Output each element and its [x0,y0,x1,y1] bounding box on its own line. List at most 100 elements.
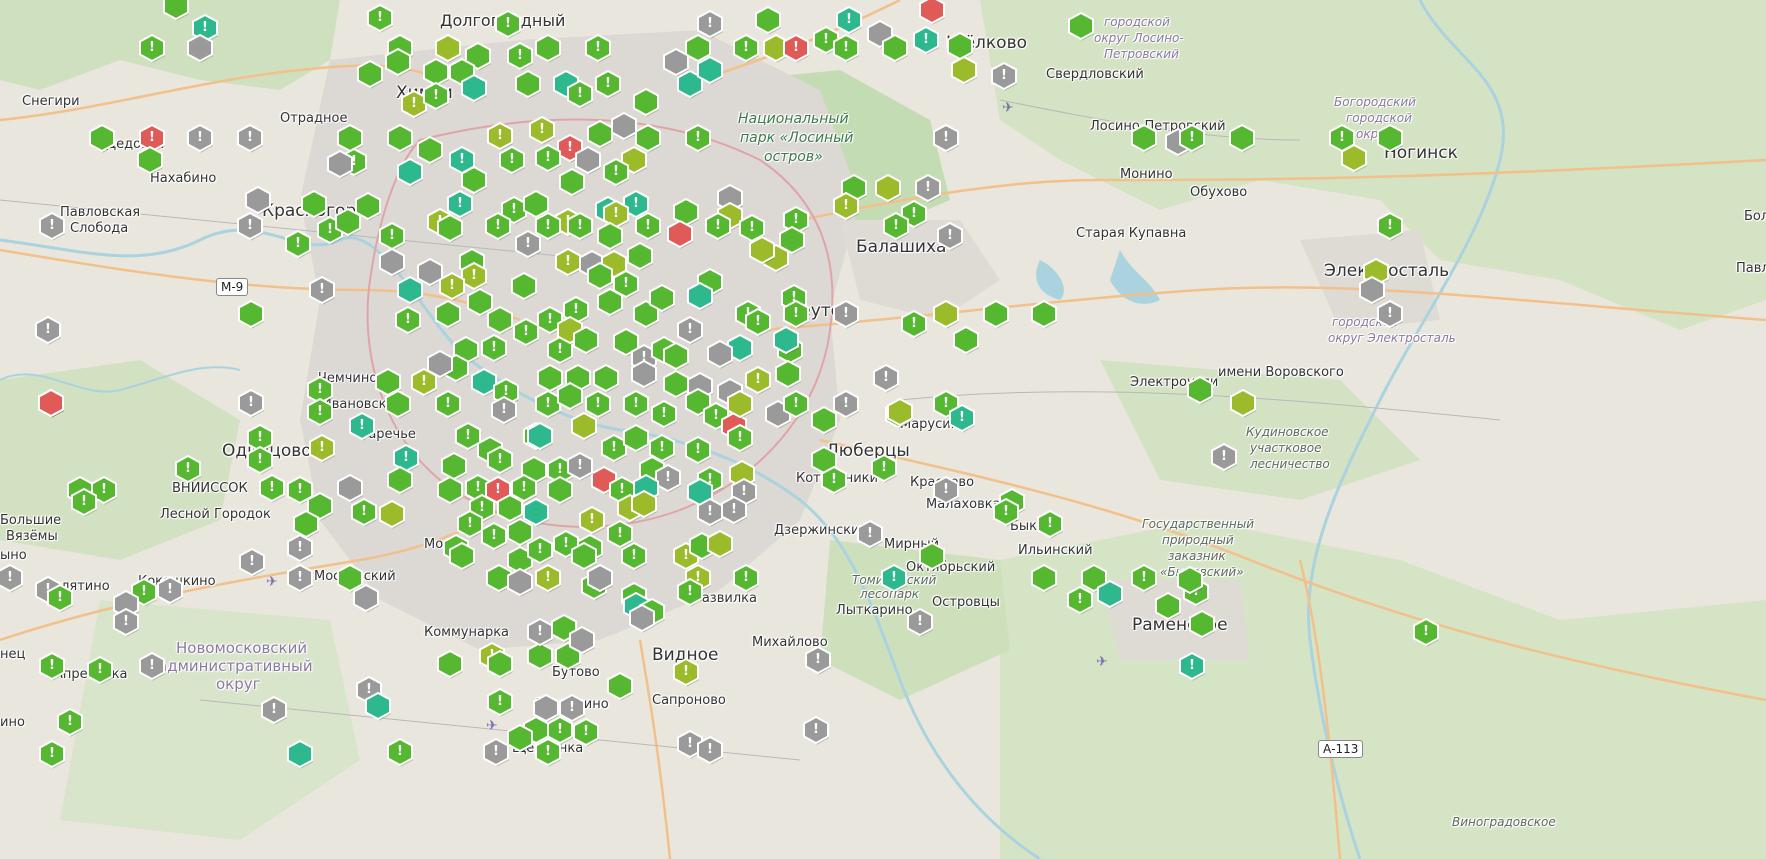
hexagon-marker-icon[interactable] [663,341,689,371]
hexagon-marker-icon[interactable]: ! [697,735,723,765]
hexagon-marker-icon[interactable] [953,325,979,355]
hexagon-marker-icon[interactable]: ! [621,541,647,571]
hexagon-marker-icon[interactable]: ! [915,173,941,203]
hexagon-marker-icon[interactable]: ! [1413,617,1439,647]
hexagon-marker-icon[interactable]: ! [913,25,939,55]
hexagon-marker-icon[interactable]: ! [883,211,909,241]
hexagon-marker-icon[interactable]: ! [535,143,561,173]
hexagon-marker-icon[interactable]: ! [685,123,711,153]
hexagon-marker-icon[interactable] [1031,299,1057,329]
hexagon-marker-icon[interactable]: ! [833,191,859,221]
hexagon-marker-icon[interactable]: ! [285,229,311,259]
hexagon-marker-icon[interactable] [773,325,799,355]
hexagon-marker-icon[interactable]: ! [39,651,65,681]
hexagon-marker-icon[interactable] [667,219,693,249]
hexagon-marker-icon[interactable] [919,541,945,571]
hexagon-marker-icon[interactable] [631,359,657,389]
hexagon-marker-icon[interactable]: ! [907,607,933,637]
hexagon-marker-icon[interactable] [697,55,723,85]
hexagon-marker-icon[interactable]: ! [937,221,963,251]
hexagon-marker-icon[interactable]: ! [721,495,747,525]
hexagon-marker-icon[interactable]: ! [481,333,507,363]
hexagon-marker-icon[interactable] [607,671,633,701]
hexagon-marker-icon[interactable] [449,541,475,571]
hexagon-marker-icon[interactable]: ! [499,145,525,175]
hexagon-marker-icon[interactable]: ! [175,454,201,484]
hexagon-marker-icon[interactable]: ! [745,307,771,337]
hexagon-marker-icon[interactable]: ! [35,315,61,345]
hexagon-marker-icon[interactable]: ! [727,423,753,453]
hexagon-marker-icon[interactable] [1359,275,1385,305]
hexagon-marker-icon[interactable]: ! [836,5,862,35]
hexagon-marker-icon[interactable] [1341,143,1367,173]
hexagon-marker-icon[interactable]: ! [485,211,511,241]
hexagon-marker-icon[interactable] [437,649,463,679]
hexagon-marker-icon[interactable] [187,33,213,63]
hexagon-marker-icon[interactable]: ! [677,577,703,607]
hexagon-marker-icon[interactable]: ! [238,388,264,418]
hexagon-marker-icon[interactable]: ! [487,445,513,475]
hexagon-marker-icon[interactable] [327,149,353,179]
hexagon-marker-icon[interactable] [379,499,405,529]
hexagon-marker-icon[interactable]: ! [487,687,513,717]
hexagon-marker-icon[interactable]: ! [307,397,333,427]
hexagon-marker-icon[interactable]: ! [881,563,907,593]
hexagon-marker-icon[interactable] [557,381,583,411]
hexagon-marker-icon[interactable]: ! [1179,123,1205,153]
hexagon-marker-icon[interactable]: ! [139,33,165,63]
hexagon-marker-icon[interactable] [1229,123,1255,153]
hexagon-marker-icon[interactable] [527,421,553,451]
hexagon-marker-icon[interactable]: ! [309,433,335,463]
hexagon-marker-icon[interactable]: ! [677,315,703,345]
hexagon-marker-icon[interactable] [1068,11,1094,41]
map-viewport[interactable]: Долгопрудный Снегири Отрадное Нахабино П… [0,0,1766,859]
hexagon-marker-icon[interactable] [1189,609,1215,639]
hexagon-marker-icon[interactable]: ! [39,739,65,769]
hexagon-marker-icon[interactable] [951,55,977,85]
hexagon-marker-icon[interactable]: ! [595,69,621,99]
hexagon-marker-icon[interactable]: ! [87,655,113,685]
hexagon-marker-icon[interactable]: ! [515,229,541,259]
hexagon-marker-icon[interactable] [727,389,753,419]
hexagon-marker-icon[interactable] [1187,375,1213,405]
hexagon-marker-icon[interactable]: ! [857,519,883,549]
hexagon-marker-icon[interactable] [1031,563,1057,593]
hexagon-marker-icon[interactable]: ! [1377,299,1403,329]
hexagon-marker-icon[interactable]: ! [993,497,1019,527]
hexagon-marker-icon[interactable]: ! [113,607,139,637]
hexagon-marker-icon[interactable] [587,119,613,149]
hexagon-marker-icon[interactable] [1097,579,1123,609]
hexagon-marker-icon[interactable]: ! [567,79,593,109]
hexagon-marker-icon[interactable] [385,389,411,419]
hexagon-marker-icon[interactable]: ! [423,81,449,111]
hexagon-marker-icon[interactable]: ! [871,453,897,483]
hexagon-marker-icon[interactable]: ! [439,271,465,301]
hexagon-marker-icon[interactable]: ! [783,33,809,63]
hexagon-marker-icon[interactable]: ! [57,707,83,737]
hexagon-marker-icon[interactable]: ! [685,435,711,465]
hexagon-marker-icon[interactable] [353,583,379,613]
hexagon-marker-icon[interactable] [487,649,513,679]
hexagon-marker-icon[interactable] [245,185,271,215]
hexagon-marker-icon[interactable] [1155,591,1181,621]
hexagon-marker-icon[interactable]: ! [697,497,723,527]
hexagon-marker-icon[interactable]: ! [783,389,809,419]
hexagon-marker-icon[interactable] [487,305,513,335]
hexagon-marker-icon[interactable]: ! [1377,211,1403,241]
hexagon-marker-icon[interactable]: ! [379,221,405,251]
hexagon-marker-icon[interactable]: ! [1067,585,1093,615]
hexagon-marker-icon[interactable] [687,281,713,311]
hexagon-marker-icon[interactable]: ! [483,737,509,767]
hexagon-marker-icon[interactable] [385,47,411,77]
hexagon-marker-icon[interactable] [1230,388,1256,418]
hexagon-marker-icon[interactable] [983,299,1009,329]
hexagon-marker-icon[interactable]: ! [395,305,421,335]
hexagon-marker-icon[interactable]: ! [247,445,273,475]
hexagon-marker-icon[interactable] [1131,123,1157,153]
hexagon-marker-icon[interactable]: ! [873,363,899,393]
hexagon-marker-icon[interactable] [882,33,908,63]
hexagon-marker-icon[interactable] [933,299,959,329]
hexagon-marker-icon[interactable]: ! [1211,442,1237,472]
hexagon-marker-icon[interactable]: ! [239,547,265,577]
hexagon-marker-icon[interactable]: ! [367,3,393,33]
